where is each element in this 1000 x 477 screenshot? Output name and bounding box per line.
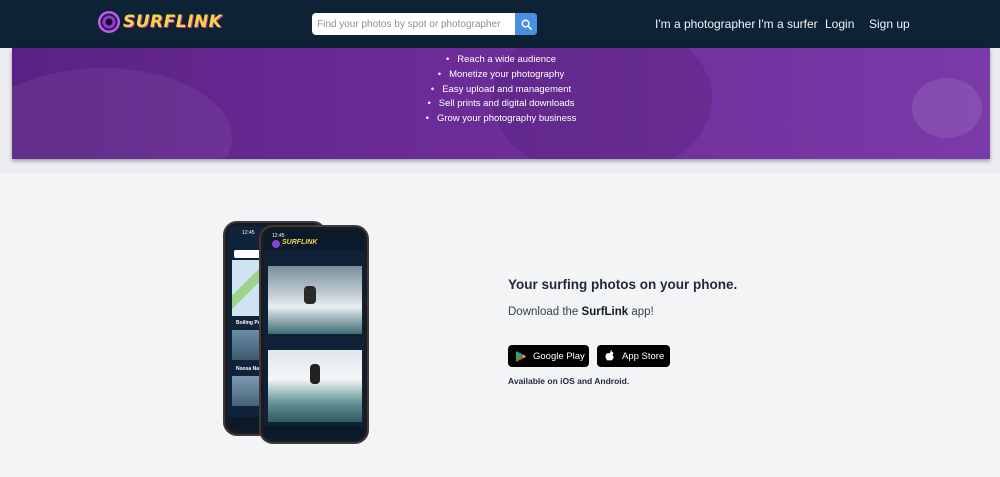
photographer-benefits-banner: Reach a wide audience Monetize your phot… [12, 48, 990, 159]
app-store-label: App Store [622, 350, 665, 362]
benefit-item: Sell prints and digital downloads [12, 97, 990, 112]
surf-photo [268, 266, 362, 334]
surfer-figure [310, 364, 320, 384]
app-store-button[interactable]: App Store [597, 345, 670, 367]
bottom-tab-bar [264, 426, 364, 439]
search-input[interactable] [312, 13, 515, 35]
apple-icon [605, 350, 615, 362]
subtitle-text: app! [628, 306, 654, 318]
nav-link-surfer[interactable]: I'm a surfer [758, 17, 818, 31]
benefit-item: Easy upload and management [12, 83, 990, 98]
phone-front: 12:45 SURFLINK [259, 225, 369, 444]
app-logo-icon [272, 240, 280, 248]
search-button[interactable] [515, 13, 537, 35]
google-play-button[interactable]: Google Play [508, 345, 589, 367]
availability-note: Available on iOS and Android. [508, 376, 630, 386]
benefit-item: Monetize your photography [12, 68, 990, 83]
google-play-label: Google Play [533, 350, 585, 362]
top-navigation-bar: SURFLINK I'm a photographer I'm a surfer… [0, 0, 1000, 48]
benefits-list: Reach a wide audience Monetize your phot… [12, 53, 990, 127]
surfer-figure [304, 286, 316, 304]
logo-swirl-icon [98, 11, 120, 33]
surf-photo [268, 350, 362, 422]
banner-section: Reach a wide audience Monetize your phot… [0, 48, 1000, 173]
subtitle-brand: SurfLink [581, 306, 629, 318]
app-promo-subtitle: Download the SurfLink app! [508, 306, 654, 318]
benefit-item: Grow your photography business [12, 112, 990, 127]
app-header: 12:45 SURFLINK [264, 230, 364, 250]
logo-wordmark: SURFLINK [123, 12, 223, 32]
app-promo-title: Your surfing photos on your phone. [508, 277, 738, 292]
nav-link-photographer[interactable]: I'm a photographer [655, 17, 755, 31]
benefit-item: Reach a wide audience [12, 53, 990, 68]
search-bar [312, 13, 537, 35]
status-time: 12:45 [242, 230, 255, 236]
subtitle-text: Download the [508, 306, 582, 318]
surflink-logo[interactable]: SURFLINK [98, 11, 222, 33]
nav-link-login[interactable]: Login [825, 17, 854, 31]
phone-front-screen: 12:45 SURFLINK [264, 230, 364, 439]
nav-link-signup[interactable]: Sign up [869, 17, 910, 31]
app-wordmark: SURFLINK [282, 239, 318, 246]
search-icon [521, 19, 532, 30]
google-play-icon [516, 350, 526, 362]
